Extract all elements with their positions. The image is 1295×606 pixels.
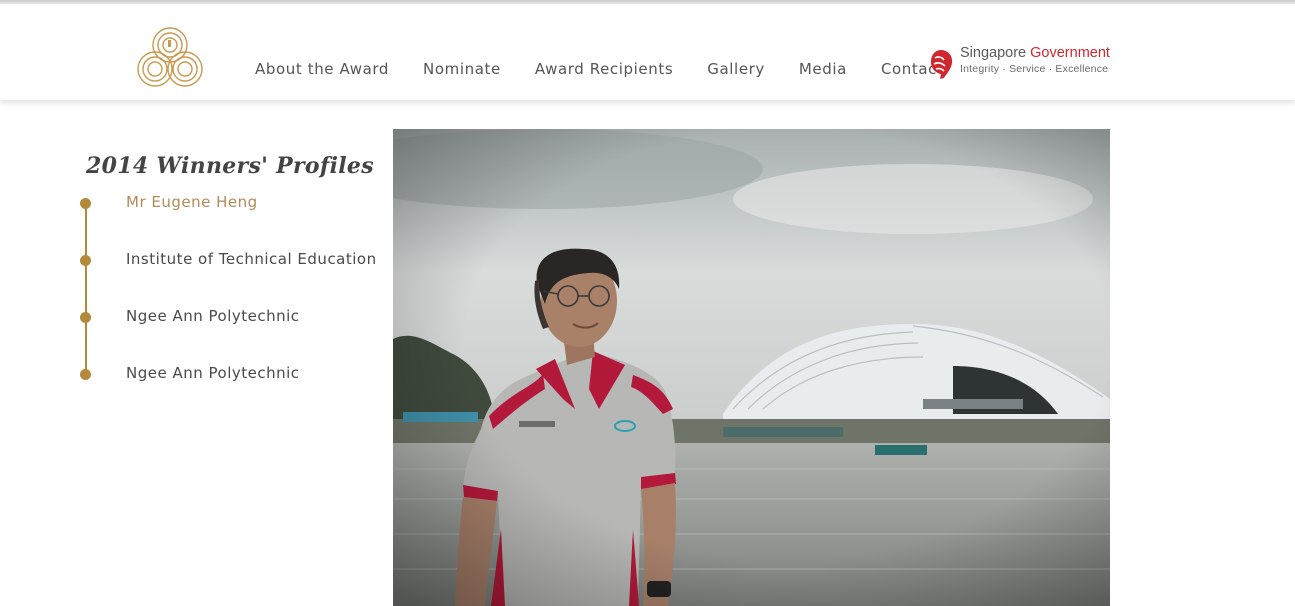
gov-title-part2: Government <box>1030 45 1110 61</box>
timeline-dot-icon <box>80 312 91 323</box>
nav-gallery[interactable]: Gallery <box>707 60 765 78</box>
profile-label[interactable]: Ngee Ann Polytechnic <box>126 364 300 382</box>
main-nav: About the Award Nominate Award Recipient… <box>255 60 978 78</box>
timeline-dot-icon <box>80 255 91 266</box>
timeline-dot-icon <box>80 198 91 209</box>
profile-label[interactable]: Mr Eugene Heng <box>126 193 258 211</box>
gov-title: Singapore Government <box>960 45 1110 61</box>
timeline-dot-icon <box>80 369 91 380</box>
award-logo-icon[interactable] <box>134 18 206 90</box>
nav-award-recipients[interactable]: Award Recipients <box>535 60 673 78</box>
gov-title-part1: Singapore <box>960 45 1031 61</box>
nav-about-the-award[interactable]: About the Award <box>255 60 389 78</box>
profile-label[interactable]: Ngee Ann Polytechnic <box>126 307 300 325</box>
profile-label[interactable]: Institute of Technical Education <box>126 250 377 268</box>
gov-tagline: Integrity · Service · Excellence <box>960 63 1109 75</box>
nav-media[interactable]: Media <box>799 60 847 78</box>
nav-nominate[interactable]: Nominate <box>423 60 501 78</box>
lion-head-icon <box>931 50 953 79</box>
site-header: About the Award Nominate Award Recipient… <box>0 4 1295 100</box>
hero-photo <box>393 129 1110 606</box>
page-title: 2014 Winners' Profiles <box>86 153 374 180</box>
timeline-line <box>85 203 87 373</box>
